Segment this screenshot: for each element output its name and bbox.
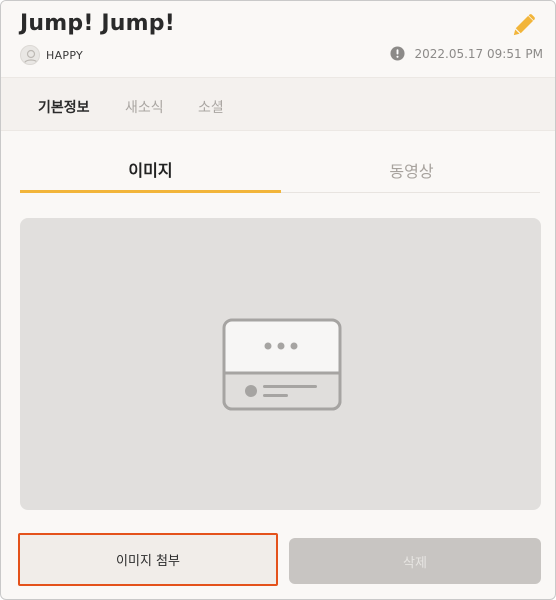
alert-circle-icon bbox=[390, 46, 406, 61]
tab-image[interactable]: 이미지 bbox=[20, 147, 281, 193]
image-placeholder-icon bbox=[222, 318, 342, 411]
attach-image-button[interactable]: 이미지 첨부 bbox=[18, 533, 278, 586]
nav-item-basic-info[interactable]: 기본정보 bbox=[38, 97, 90, 117]
image-preview-area[interactable] bbox=[20, 218, 541, 510]
nav-item-news[interactable]: 새소식 bbox=[125, 97, 164, 117]
username: HAPPY bbox=[46, 48, 84, 62]
header: Jump! Jump! HAPPY 2022.05.17 09:51 PM bbox=[1, 1, 555, 77]
author-row: HAPPY bbox=[20, 44, 83, 66]
delete-button[interactable]: 삭제 bbox=[289, 538, 541, 584]
tab-video[interactable]: 동영상 bbox=[281, 147, 542, 193]
timestamp: 2022.05.17 09:51 PM bbox=[414, 46, 543, 61]
nav-item-social[interactable]: 소셜 bbox=[198, 97, 224, 117]
section-nav: 기본정보 새소식 소셜 bbox=[1, 77, 555, 131]
app-window: Jump! Jump! HAPPY 2022.05.17 09:51 PM 기본… bbox=[0, 0, 556, 600]
media-tabs: 이미지 동영상 bbox=[20, 147, 540, 193]
post-meta: 2022.05.17 09:51 PM bbox=[390, 46, 543, 61]
user-avatar bbox=[20, 45, 40, 65]
page-title: Jump! Jump! bbox=[20, 11, 175, 36]
pencil-icon[interactable] bbox=[511, 12, 537, 38]
